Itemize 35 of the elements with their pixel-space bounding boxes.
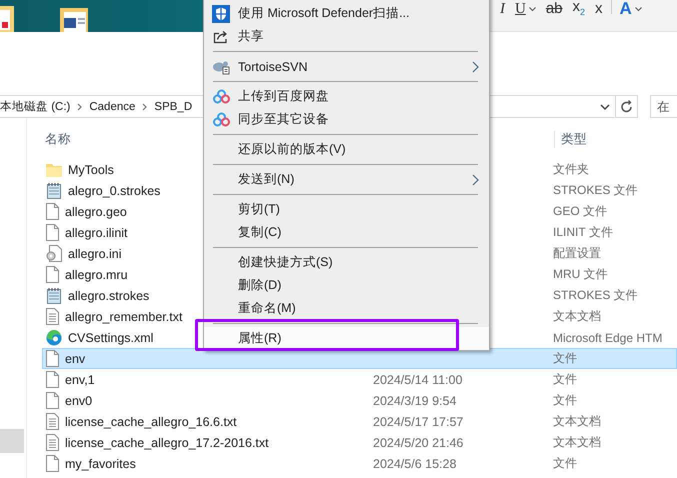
file-name: alegro_0.strokes: [68, 184, 160, 198]
file-name: env: [65, 352, 86, 366]
file-name: allegro.geo: [65, 204, 127, 218]
file-type: 配置设置: [553, 246, 601, 260]
file-date: 2024/5/20 21:46: [373, 436, 464, 450]
file-type: MRU 文件: [553, 267, 608, 281]
file-type: GEO 文件: [553, 204, 608, 218]
file-name: allegro.ini: [68, 246, 122, 260]
file-name: MyTools: [68, 162, 114, 176]
file-type: ILINIT 文件: [553, 225, 613, 239]
file-date: 2024/3/19 9:54: [373, 394, 456, 408]
file-type: Microsoft Edge HTM: [553, 330, 662, 344]
file-date: 2024/5/17 17:57: [373, 414, 464, 428]
file-type: 文件夹: [553, 162, 589, 176]
file-name: allegro_remember.txt: [65, 310, 182, 324]
file-name: allegro.mru: [65, 268, 128, 282]
file-type: STROKES 文件: [553, 183, 638, 197]
file-type: STROKES 文件: [553, 288, 638, 302]
file-name: allegro.strokes: [68, 288, 150, 302]
file-type: 文本文档: [553, 414, 601, 428]
file-name: my_favorites: [65, 456, 136, 470]
file-name: license_cache_allegro_17.2-2016.txt: [65, 436, 269, 450]
file-date: 2024/5/14 11:00: [373, 372, 462, 386]
file-type: 文件: [553, 372, 577, 386]
file-type: 文件: [553, 393, 577, 407]
file-type: 文件: [553, 351, 577, 365]
file-name: env,1: [65, 372, 95, 386]
file-name: allegro.ilinit: [65, 226, 128, 240]
file-name: CVSettings.xml: [68, 330, 154, 344]
file-type: 文本文档: [553, 435, 601, 449]
file-date: 2024/5/6 15:28: [373, 456, 456, 470]
file-type: 文件: [553, 456, 577, 470]
file-type: 文本文档: [553, 309, 601, 323]
file-name: env0: [65, 394, 92, 408]
file-name: license_cache_allegro_16.6.txt: [65, 414, 237, 428]
